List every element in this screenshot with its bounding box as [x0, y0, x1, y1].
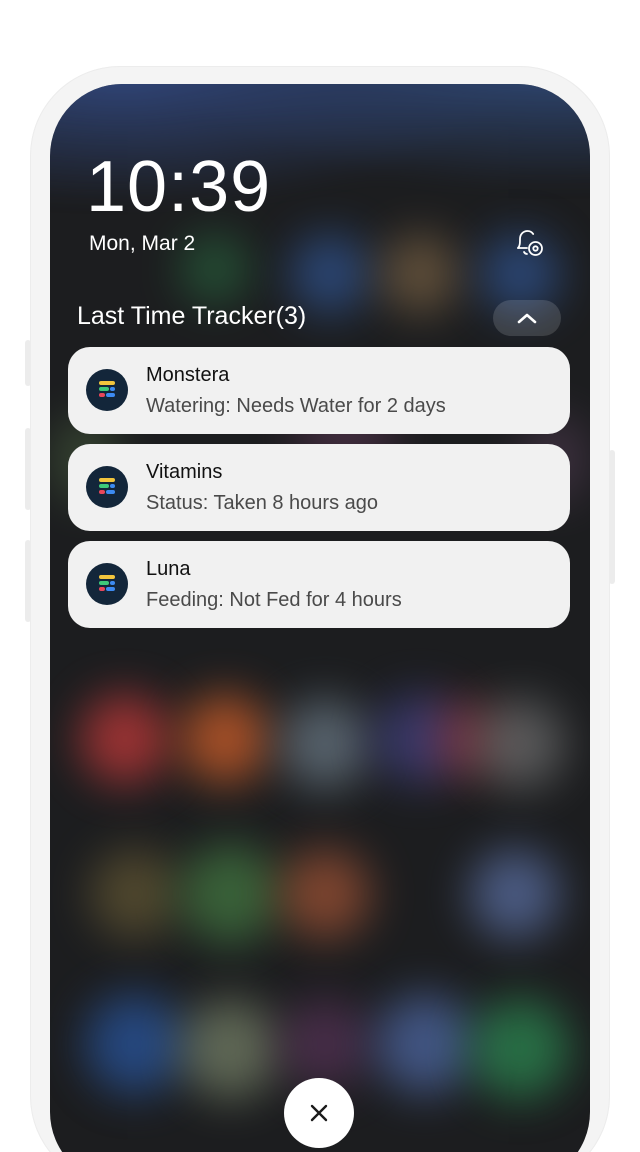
- notification-title: Vitamins: [146, 461, 223, 483]
- notification-card-monstera[interactable]: Monstera Watering: Needs Water for 2 day…: [68, 347, 570, 434]
- power-button: [609, 450, 615, 584]
- notification-card-luna[interactable]: Luna Feeding: Not Fed for 4 hours: [68, 541, 570, 628]
- notification-title: Luna: [146, 558, 191, 580]
- last-time-tracker-app-icon: [86, 563, 128, 605]
- notification-text: Status: Taken 8 hours ago: [146, 492, 379, 514]
- last-time-tracker-app-icon: [86, 466, 128, 508]
- notification-title: Monstera: [146, 364, 230, 386]
- volume-down-button: [25, 540, 31, 622]
- close-icon: [310, 1104, 328, 1122]
- lock-screen: 10:39 Mon, Mar 2 Last Time Tracker(3) Mo…: [50, 84, 590, 1152]
- stage: 10:39 Mon, Mar 2 Last Time Tracker(3) Mo…: [0, 0, 640, 1152]
- notification-card-vitamins[interactable]: Vitamins Status: Taken 8 hours ago: [68, 444, 570, 531]
- clock-date: Mon, Mar 2: [89, 232, 196, 255]
- clock-time: 10:39: [86, 147, 272, 227]
- volume-up-button: [25, 428, 31, 510]
- bell-settings-icon[interactable]: [512, 226, 546, 260]
- side-button: [25, 340, 31, 386]
- notification-text: Watering: Needs Water for 2 days: [146, 395, 446, 417]
- chevron-up-icon: [517, 313, 537, 324]
- close-button[interactable]: [284, 1078, 354, 1148]
- last-time-tracker-app-icon: [86, 369, 128, 411]
- collapse-group-button[interactable]: [493, 300, 561, 336]
- notification-text: Feeding: Not Fed for 4 hours: [146, 589, 402, 611]
- notification-group-title: Last Time Tracker(3): [77, 302, 307, 330]
